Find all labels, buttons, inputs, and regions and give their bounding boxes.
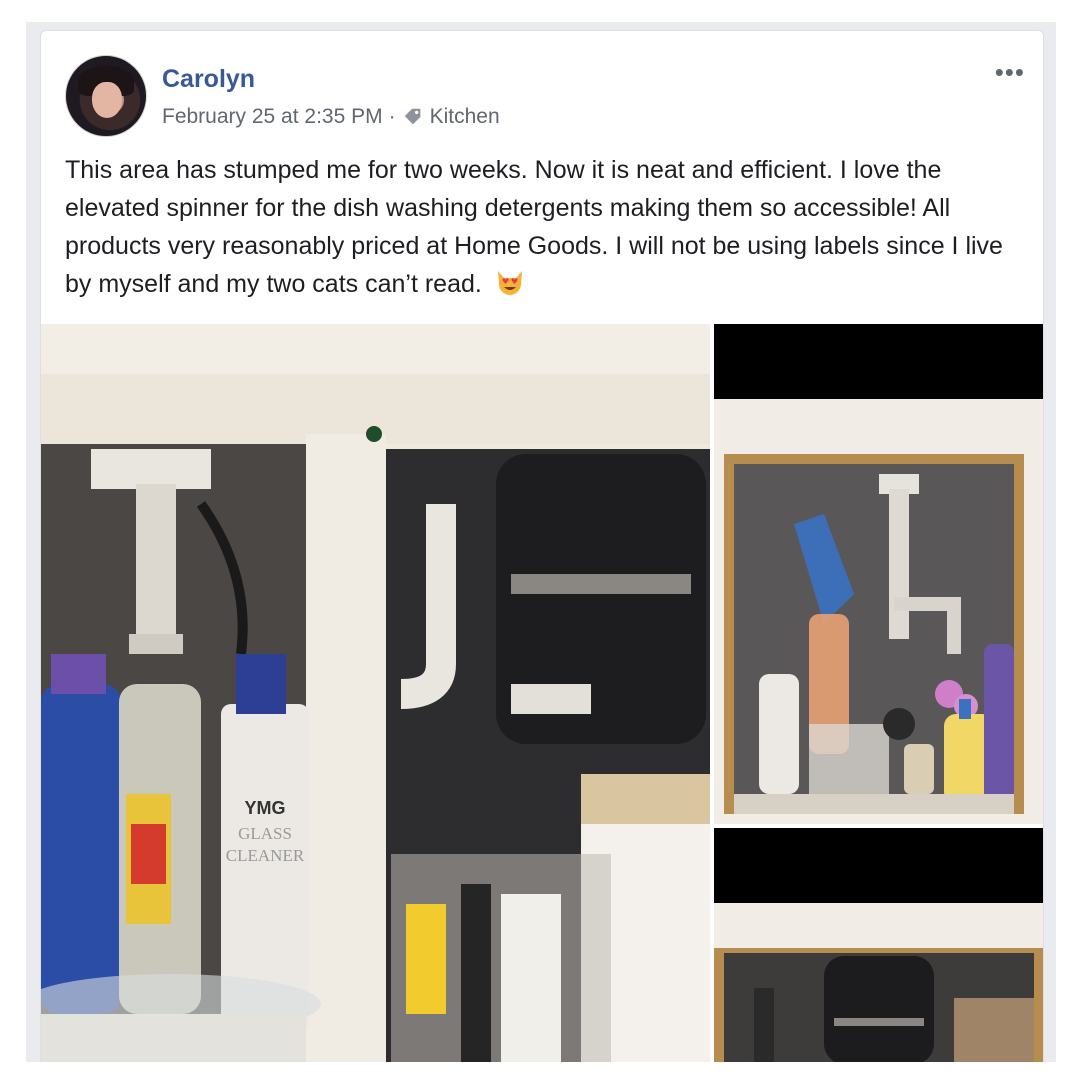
- post-card: Carolyn February 25 at 2:35 PM · Kitchen…: [40, 30, 1044, 1062]
- photo-side-1-image: [714, 324, 1043, 824]
- post-meta: February 25 at 2:35 PM · Kitchen: [162, 105, 500, 129]
- avatar-face: [92, 82, 122, 118]
- avatar[interactable]: [65, 55, 147, 137]
- post-body: This area has stumped me for two weeks. …: [65, 151, 1025, 303]
- page: Carolyn February 25 at 2:35 PM · Kitchen…: [0, 0, 1080, 1080]
- photo-side-2[interactable]: [714, 828, 1043, 1062]
- post-tag[interactable]: Kitchen: [430, 105, 500, 129]
- photo-main[interactable]: YMG GLASS CLEANER: [41, 324, 710, 1062]
- photo-side-2-image: [714, 828, 1043, 1062]
- post-date[interactable]: February 25 at 2:35 PM: [162, 105, 383, 129]
- tag-icon: [404, 108, 420, 125]
- meta-separator: ·: [388, 105, 396, 128]
- label-product-1: GLASS: [238, 824, 292, 843]
- post-text: This area has stumped me for two weeks. …: [65, 156, 1003, 298]
- photo-side-1[interactable]: [714, 324, 1043, 824]
- heart-eyes-cat-emoji: [497, 271, 522, 295]
- more-options-icon[interactable]: •••: [995, 57, 1025, 88]
- label-product-2: CLEANER: [226, 846, 305, 865]
- author-name[interactable]: Carolyn: [162, 65, 255, 94]
- photo-main-image: YMG GLASS CLEANER: [41, 324, 710, 1062]
- label-brand: YMG: [244, 798, 285, 818]
